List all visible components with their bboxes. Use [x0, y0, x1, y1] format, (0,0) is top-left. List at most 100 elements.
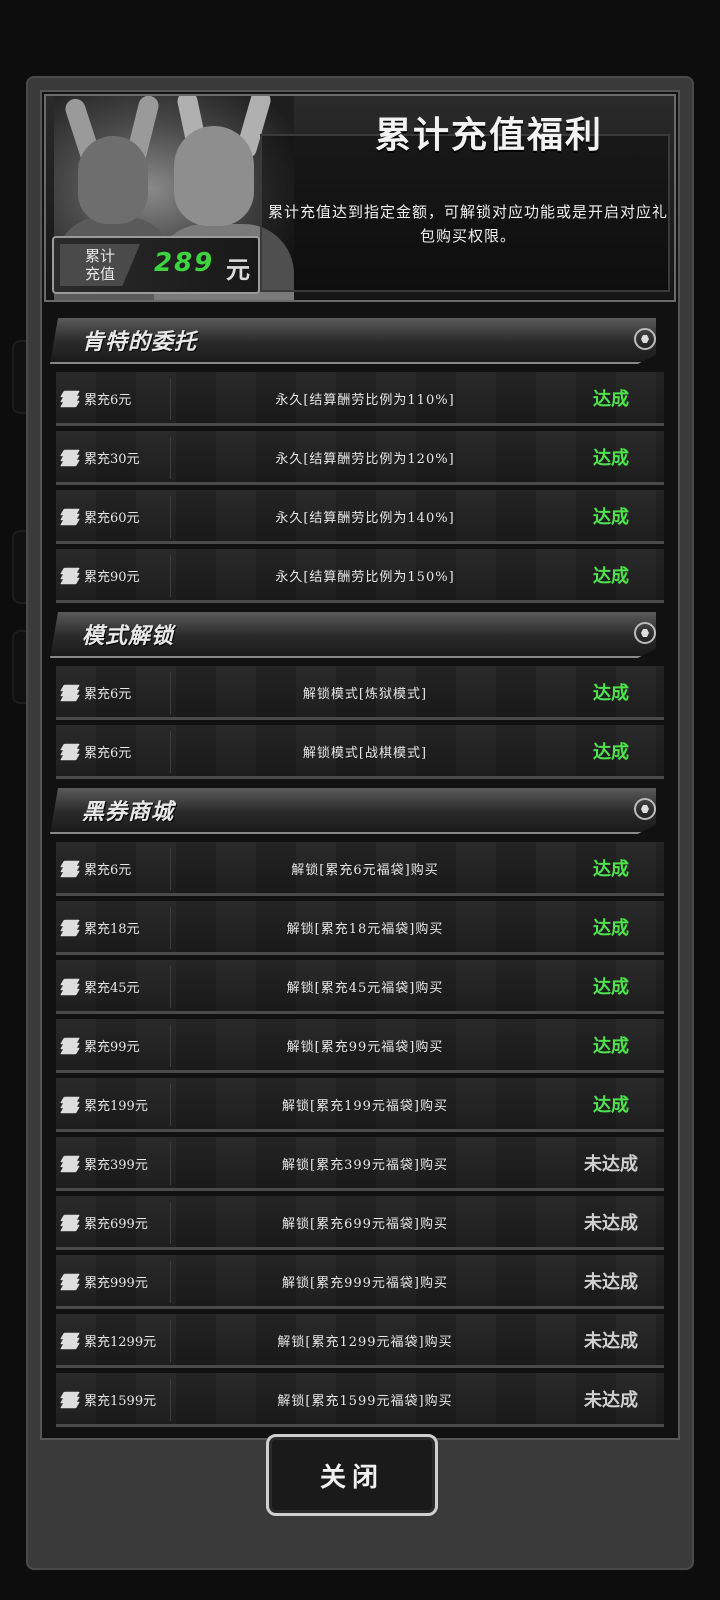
row-divider: [170, 731, 171, 773]
total-recharge-value: 289: [154, 248, 215, 278]
row-divider: [170, 1202, 171, 1244]
requirement-text: 累充399元: [84, 1158, 148, 1173]
layers-icon: [60, 1214, 80, 1232]
reward-row: 累充18元 解锁[累充18元福袋]购买 达成: [56, 901, 664, 955]
row-divider: [170, 1261, 171, 1303]
reward-text: 永久[结算酬劳比例为110%]: [275, 393, 455, 408]
section-title: 肯特的委托: [82, 330, 198, 355]
reward-row: 累充90元 永久[结算酬劳比例为150%] 达成: [56, 549, 664, 603]
total-recharge-unit: 元: [226, 256, 250, 284]
requirement-text: 累充999元: [84, 1276, 148, 1291]
requirement-text: 累充60元: [84, 511, 140, 526]
row-divider: [170, 848, 171, 890]
status-badge: 达成: [593, 683, 629, 704]
reward-text: 解锁[累充6元福袋]购买: [291, 863, 439, 878]
description-text: 累计充值达到指定金额，可解锁对应功能或是开启对应礼包购买权限。: [268, 203, 669, 245]
layers-icon: [60, 1332, 80, 1350]
reward-text: 解锁[累充199元福袋]购买: [282, 1099, 448, 1114]
reward-text: 解锁[累充18元福袋]购买: [286, 922, 444, 937]
dialog-content: 累计充值福利 累计充值达到指定金额，可解锁对应功能或是开启对应礼包购买权限。 累…: [40, 90, 680, 1440]
reward-row: 累充1299元 解锁[累充1299元福袋]购买 未达成: [56, 1314, 664, 1368]
layers-icon: [60, 1391, 80, 1409]
status-badge: 达成: [593, 742, 629, 763]
requirement-text: 累充1599元: [84, 1394, 157, 1409]
reward-row: 累充1599元 解锁[累充1599元福袋]购买 未达成: [56, 1373, 664, 1427]
reward-row: 累充30元 永久[结算酬劳比例为120%] 达成: [56, 431, 664, 485]
status-badge: 未达成: [584, 1272, 638, 1293]
total-label-line1: 累计: [84, 247, 115, 265]
section-header: 模式解锁: [42, 608, 678, 660]
row-divider: [170, 907, 171, 949]
reward-text: 永久[结算酬劳比例为140%]: [275, 511, 455, 526]
requirement-text: 累充30元: [84, 452, 140, 467]
reward-text: 解锁[累充699元福袋]购买: [282, 1217, 448, 1232]
status-badge: 未达成: [584, 1331, 638, 1352]
row-divider: [170, 1143, 171, 1185]
layers-icon: [60, 1273, 80, 1291]
row-divider: [170, 378, 171, 420]
reward-row: 累充60元 永久[结算酬劳比例为140%] 达成: [56, 490, 664, 544]
layers-icon: [60, 567, 80, 585]
reward-text: 解锁模式[战棋模式]: [302, 746, 428, 761]
total-recharge-label: 累计 充值: [60, 244, 140, 286]
requirement-text: 累充199元: [84, 1099, 148, 1114]
requirement-text: 累充699元: [84, 1217, 148, 1232]
requirement-text: 累充45元: [84, 981, 140, 996]
section-header: 肯特的委托: [42, 314, 678, 366]
status-badge: 达成: [593, 1095, 629, 1116]
status-badge: 未达成: [584, 1154, 638, 1175]
section-title: 黑券商城: [82, 800, 175, 825]
reward-row: 累充699元 解锁[累充699元福袋]购买 未达成: [56, 1196, 664, 1250]
hexagon-icon[interactable]: [634, 622, 656, 644]
status-badge: 达成: [593, 566, 629, 587]
status-badge: 达成: [593, 977, 629, 998]
status-badge: 未达成: [584, 1390, 638, 1411]
row-divider: [170, 1320, 171, 1362]
layers-icon: [60, 743, 80, 761]
status-badge: 达成: [593, 448, 629, 469]
reward-row: 累充6元 解锁模式[炼狱模式] 达成: [56, 666, 664, 720]
row-divider: [170, 672, 171, 714]
layers-icon: [60, 390, 80, 408]
requirement-text: 累充6元: [84, 687, 132, 702]
status-badge: 达成: [593, 1036, 629, 1057]
reward-row: 累充99元 解锁[累充99元福袋]购买 达成: [56, 1019, 664, 1073]
requirement-text: 累充6元: [84, 746, 132, 761]
layers-icon: [60, 919, 80, 937]
reward-row: 累充6元 解锁模式[战棋模式] 达成: [56, 725, 664, 779]
row-divider: [170, 966, 171, 1008]
reward-text: 永久[结算酬劳比例为120%]: [275, 452, 455, 467]
reward-text: 解锁[累充45元福袋]购买: [286, 981, 444, 996]
reward-row: 累充399元 解锁[累充399元福袋]购买 未达成: [56, 1137, 664, 1191]
layers-icon: [60, 978, 80, 996]
reward-row: 累充6元 解锁[累充6元福袋]购买 达成: [56, 842, 664, 896]
section-title: 模式解锁: [82, 624, 175, 649]
reward-text: 解锁[累充1299元福袋]购买: [277, 1335, 453, 1350]
status-badge: 未达成: [584, 1213, 638, 1234]
layers-icon: [60, 860, 80, 878]
row-divider: [170, 496, 171, 538]
layers-icon: [60, 684, 80, 702]
row-divider: [170, 1084, 171, 1126]
total-recharge-display: 累计 充值 289 元: [52, 236, 260, 294]
hexagon-icon[interactable]: [634, 798, 656, 820]
status-badge: 达成: [593, 389, 629, 410]
reward-row: 累充6元 永久[结算酬劳比例为110%] 达成: [56, 372, 664, 426]
row-divider: [170, 555, 171, 597]
reward-text: 解锁[累充1599元福袋]购买: [277, 1394, 453, 1409]
reward-text: 永久[结算酬劳比例为150%]: [275, 570, 455, 585]
reward-text: 解锁[累充999元福袋]购买: [282, 1276, 448, 1291]
reward-text: 解锁模式[炼狱模式]: [302, 687, 428, 702]
requirement-text: 累充90元: [84, 570, 140, 585]
layers-icon: [60, 1155, 80, 1173]
reward-list[interactable]: 肯特的委托 累充6元 永久[结算酬劳比例为110%] 达成 累充30元 永久[结算酬劳比例…: [42, 314, 678, 1432]
close-button[interactable]: 关闭: [266, 1434, 438, 1516]
reward-text: 解锁[累充99元福袋]购买: [286, 1040, 444, 1055]
hexagon-icon[interactable]: [634, 328, 656, 350]
page-title: 累计充值福利: [374, 115, 603, 156]
reward-row: 累充45元 解锁[累充45元福袋]购买 达成: [56, 960, 664, 1014]
requirement-text: 累充99元: [84, 1040, 140, 1055]
status-badge: 达成: [593, 918, 629, 939]
reward-row: 累充999元 解锁[累充999元福袋]购买 未达成: [56, 1255, 664, 1309]
reward-row: 累充199元 解锁[累充199元福袋]购买 达成: [56, 1078, 664, 1132]
